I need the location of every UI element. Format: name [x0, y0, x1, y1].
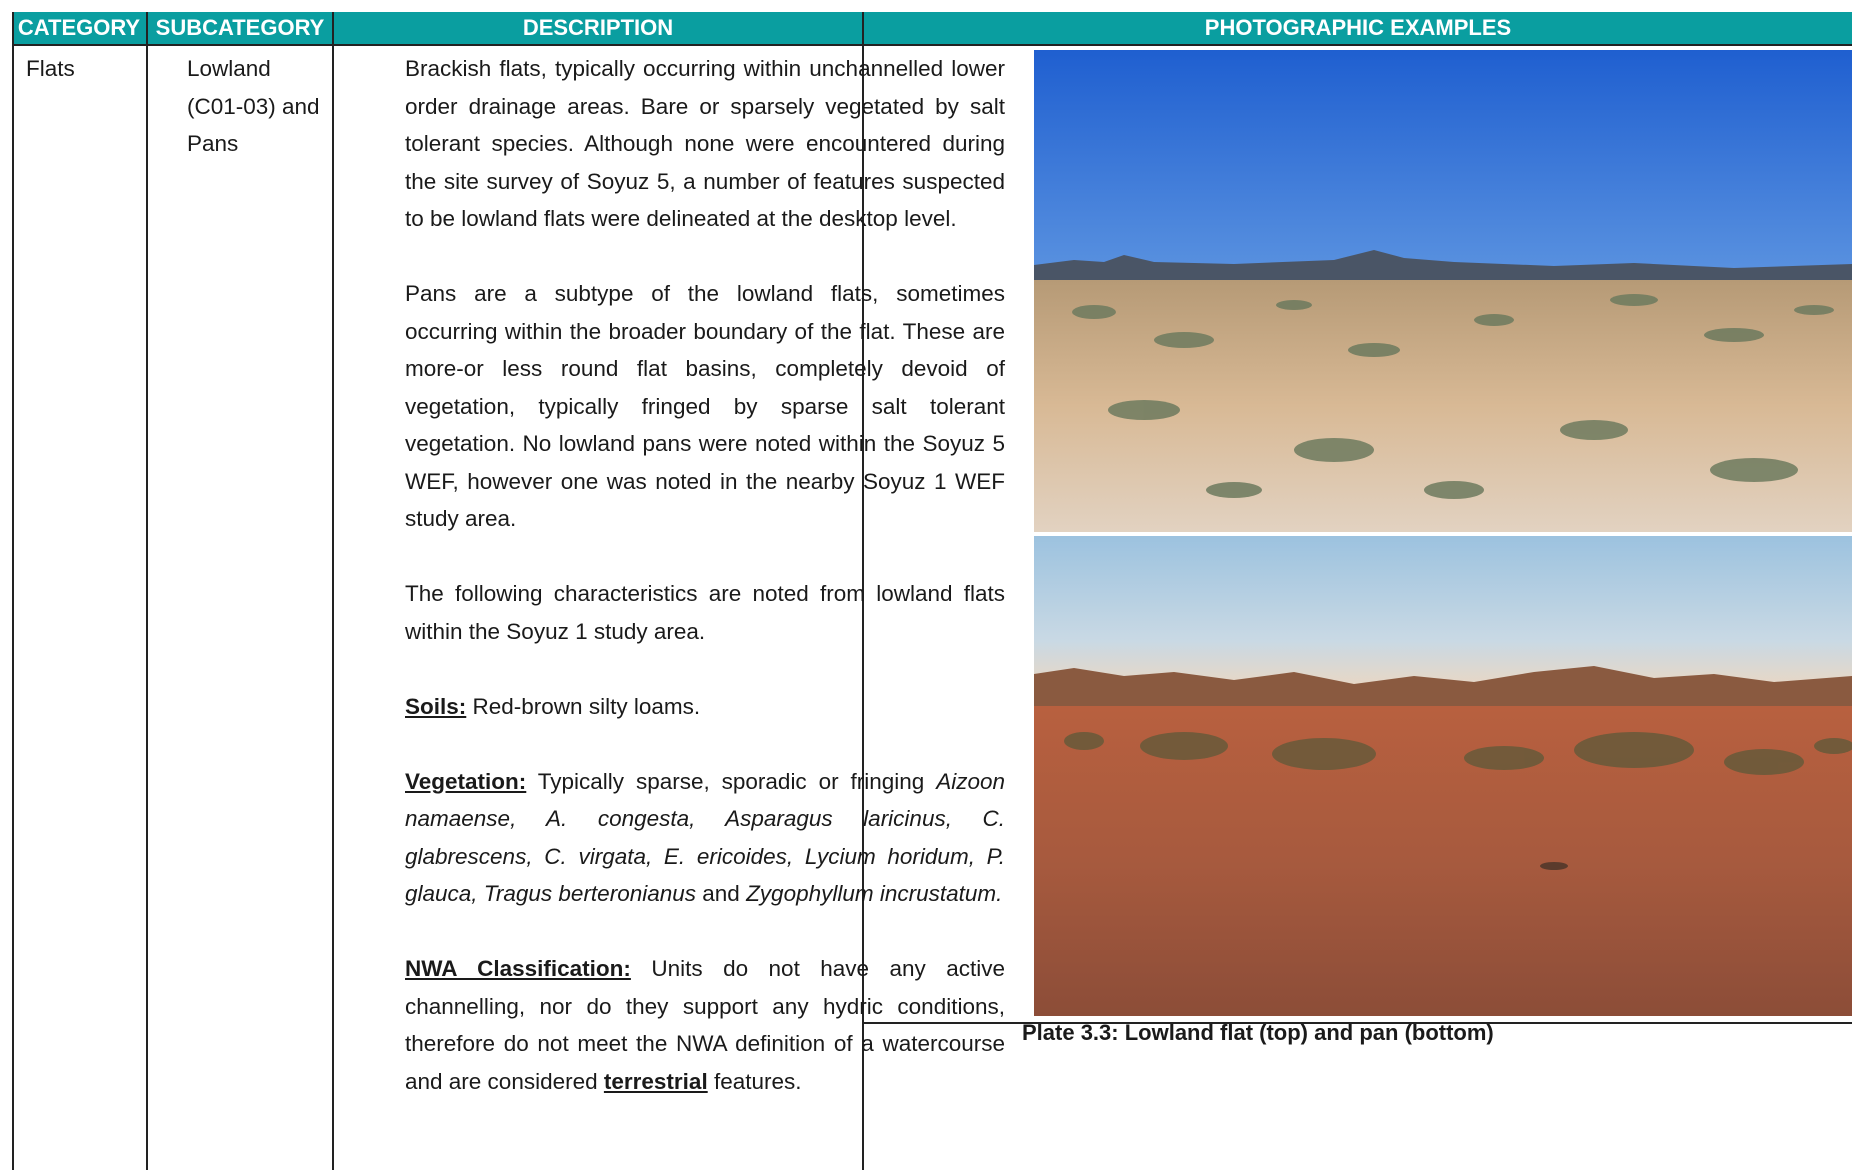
nwa-paragraph: NWA Classification: Units do not have an… [405, 950, 1005, 1100]
header-divider [12, 44, 1852, 46]
photo-pan-image [1034, 536, 1852, 1016]
soils-text: Red-brown silty loams. [466, 693, 701, 719]
header-description: DESCRIPTION [334, 12, 862, 44]
table-border-left [12, 12, 14, 1170]
subcategory-line: (C01-03) and [187, 93, 320, 119]
vegetation-label: Vegetation: [405, 768, 527, 794]
description-paragraph: Brackish flats, typically occurring with… [405, 56, 1005, 231]
header-subcategory: SUBCATEGORY [148, 12, 332, 44]
description-cell: Brackish flats, typically occurring with… [405, 50, 1005, 1100]
category-cell: Flats [26, 56, 75, 81]
soils-paragraph: Soils: Red-brown silty loams. [405, 688, 1005, 726]
soils-label: Soils: [405, 693, 467, 719]
nwa-terrestrial: terrestrial [603, 1068, 708, 1094]
vegetation-and: and [696, 881, 747, 906]
column-divider [146, 12, 148, 1170]
vegetation-paragraph: Vegetation: Typically sparse, sporadic o… [405, 763, 1005, 913]
photo-lowland-flat-image [1034, 50, 1852, 532]
vegetation-species-last: Zygophyllum incrustatum. [746, 881, 1003, 906]
photo-lowland-flat [1034, 50, 1852, 532]
description-paragraph: The following characteristics are noted … [405, 581, 1005, 644]
subcategory-line: Lowland [187, 56, 271, 81]
description-paragraph: Pans are a subtype of the lowland flats,… [405, 281, 1005, 531]
photo-caption: Plate 3.3: Lowland flat (top) and pan (b… [1022, 1020, 1494, 1045]
vegetation-text: Typically sparse, sporadic or fringing [526, 768, 937, 794]
subcategory-cell: Lowland (C01-03) and Pans [187, 50, 320, 163]
nwa-text-end: features. [707, 1068, 802, 1094]
photo-pan [1034, 536, 1852, 1016]
subcategory-line: Pans [187, 131, 239, 156]
nwa-label: NWA Classification: [405, 956, 631, 981]
header-photographic-examples: PHOTOGRAPHIC EXAMPLES [864, 12, 1852, 44]
header-category: CATEGORY [12, 12, 146, 44]
column-divider [332, 12, 334, 1170]
